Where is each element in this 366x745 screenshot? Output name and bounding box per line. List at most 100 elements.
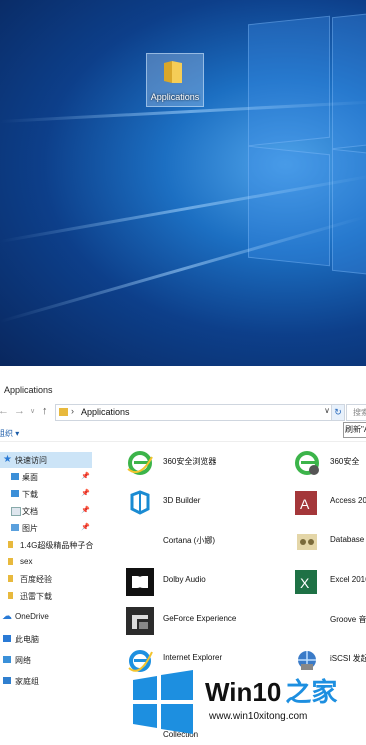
watermark-brand: Win10 之家	[205, 672, 337, 709]
pin-icon[interactable]: 📌	[81, 472, 90, 480]
back-arrow-icon[interactable]: ←	[0, 405, 9, 417]
nav-item-label: 图片	[22, 524, 38, 533]
nav-item-label: 文档	[22, 507, 38, 516]
groove-icon	[293, 607, 321, 635]
nav-item-desktop[interactable]: 桌面 📌	[0, 469, 92, 485]
up-arrow-icon[interactable]: ↑	[42, 405, 48, 417]
app-name: Internet Explorer	[163, 653, 223, 662]
title-bar: Applications	[0, 366, 366, 400]
address-bar[interactable]: › Applications ∨	[55, 404, 333, 421]
app-name: Excel 2016	[330, 575, 366, 584]
app-excel-2016[interactable]: X Excel 2016	[287, 565, 366, 599]
app-database[interactable]: Database	[287, 525, 366, 559]
svg-text:X: X	[300, 575, 310, 591]
desktop-folder-icon	[11, 473, 19, 480]
app-name: iSCSI 发起	[330, 654, 366, 663]
nav-item-label: sex	[20, 557, 33, 566]
window-logo-pane	[248, 15, 330, 147]
nav-item-downloads[interactable]: 下载 📌	[0, 486, 92, 502]
app-groove-music[interactable]: Groove 音	[287, 604, 366, 638]
app-cortana[interactable]: Cortana (小娜)	[120, 525, 280, 559]
nav-item-label: 网络	[15, 656, 31, 665]
window-logo-pane	[332, 10, 366, 150]
organize-button[interactable]: 组织 ▾	[0, 428, 19, 439]
pin-icon[interactable]: 📌	[81, 489, 90, 497]
folder-icon	[8, 592, 13, 599]
nav-item-label: 快速访问	[15, 456, 47, 465]
watermark-url: www.win10xitong.com	[209, 711, 308, 722]
nav-item-folder-baidu[interactable]: 百度经验	[0, 571, 92, 587]
window-logo-pane	[332, 148, 366, 278]
cloud-icon: ☁	[2, 611, 12, 622]
nav-item-label: 百度经验	[20, 575, 52, 584]
command-bar: 组织 ▾ 刷新"A	[0, 422, 366, 442]
desktop-icon-label: Applications	[150, 92, 200, 102]
refresh-button[interactable]: ↻	[331, 404, 345, 421]
folder-icon	[8, 558, 13, 565]
nav-item-quick-access[interactable]: ★ 快速访问	[0, 452, 92, 468]
app-dolby-audio[interactable]: Dolby Audio	[120, 565, 280, 599]
navigation-bar: ← → ∨ ↑ › Applications ∨	[0, 402, 366, 422]
app-name: 3D Builder	[163, 496, 201, 505]
nav-item-label: 迅雷下载	[20, 592, 52, 601]
nav-item-homegroup[interactable]: 家庭组	[0, 673, 92, 689]
app-3d-builder[interactable]: 3D Builder	[120, 486, 280, 520]
search-input[interactable]: 搜索	[346, 404, 366, 421]
chevron-down-icon[interactable]: ∨	[324, 406, 330, 415]
app-name: Access 201	[330, 496, 366, 505]
access-icon: A	[295, 491, 317, 515]
search-placeholder: 搜索	[353, 408, 366, 417]
pin-icon[interactable]: 📌	[81, 523, 90, 531]
navigation-pane: ★ 快速访问 桌面 📌 下载 📌 文档 📌 图片 📌 1.4G超级精品种子合 s…	[0, 452, 93, 745]
nav-item-label: 家庭组	[15, 677, 39, 686]
folder-icon	[59, 408, 68, 416]
nav-item-folder-thunder[interactable]: 迅雷下载	[0, 588, 92, 604]
desktop-wallpaper: Applications	[0, 0, 366, 366]
nav-item-label: 此电脑	[15, 635, 39, 644]
360-browser-icon	[295, 451, 319, 475]
nav-item-documents[interactable]: 文档 📌	[0, 503, 92, 519]
nav-item-this-pc[interactable]: 此电脑	[0, 631, 92, 647]
nav-item-label: OneDrive	[15, 612, 49, 621]
computer-icon	[3, 635, 11, 642]
excel-icon: X	[295, 570, 317, 594]
app-name: Dolby Audio	[163, 575, 206, 584]
nav-item-folder-torrents[interactable]: 1.4G超级精品种子合	[0, 537, 93, 553]
file-explorer-window: Applications ← → ∨ ↑ › Applications ∨ ↻ …	[0, 366, 366, 745]
chevron-right-icon[interactable]: ›	[71, 406, 74, 416]
nav-item-onedrive[interactable]: ☁ OneDrive	[0, 609, 92, 625]
app-360-browser[interactable]: 360安全浏览器	[120, 446, 280, 480]
app-access-2016[interactable]: A Access 201	[287, 486, 366, 520]
recent-locations-icon[interactable]: ∨	[30, 407, 35, 415]
database-icon	[297, 534, 317, 550]
app-name: GeForce Experience	[163, 614, 237, 623]
network-icon	[3, 656, 11, 663]
app-name: Groove 音	[330, 615, 366, 624]
app-360-browser-2[interactable]: 360安全	[287, 446, 366, 480]
app-name: Cortana (小娜)	[163, 536, 216, 545]
nav-item-network[interactable]: 网络	[0, 652, 92, 668]
window-title: Applications	[4, 385, 53, 395]
refresh-tooltip: 刷新"A	[343, 422, 366, 438]
app-name: 360安全浏览器	[163, 457, 217, 466]
geforce-icon	[126, 607, 154, 635]
folder-icon	[8, 575, 13, 582]
desktop-icon-applications[interactable]: Applications	[146, 53, 204, 107]
dolby-icon	[126, 568, 154, 596]
folder-icon	[164, 61, 182, 83]
pictures-icon	[11, 524, 19, 531]
3d-builder-icon	[130, 490, 150, 515]
app-name: Database	[330, 535, 365, 544]
nav-item-label: 下载	[22, 490, 38, 499]
nav-item-folder-sex[interactable]: sex	[0, 554, 92, 570]
app-geforce-experience[interactable]: GeForce Experience	[120, 604, 280, 638]
address-path[interactable]: Applications	[81, 407, 130, 417]
star-icon: ★	[3, 454, 12, 465]
pin-icon[interactable]: 📌	[81, 506, 90, 514]
360-browser-icon	[127, 451, 153, 475]
folder-icon	[8, 541, 13, 548]
forward-arrow-icon[interactable]: →	[14, 405, 25, 417]
cortana-icon	[126, 528, 154, 556]
watermark: Win10 之家 www.win10xitong.com	[125, 666, 366, 745]
nav-item-pictures[interactable]: 图片 📌	[0, 520, 92, 536]
